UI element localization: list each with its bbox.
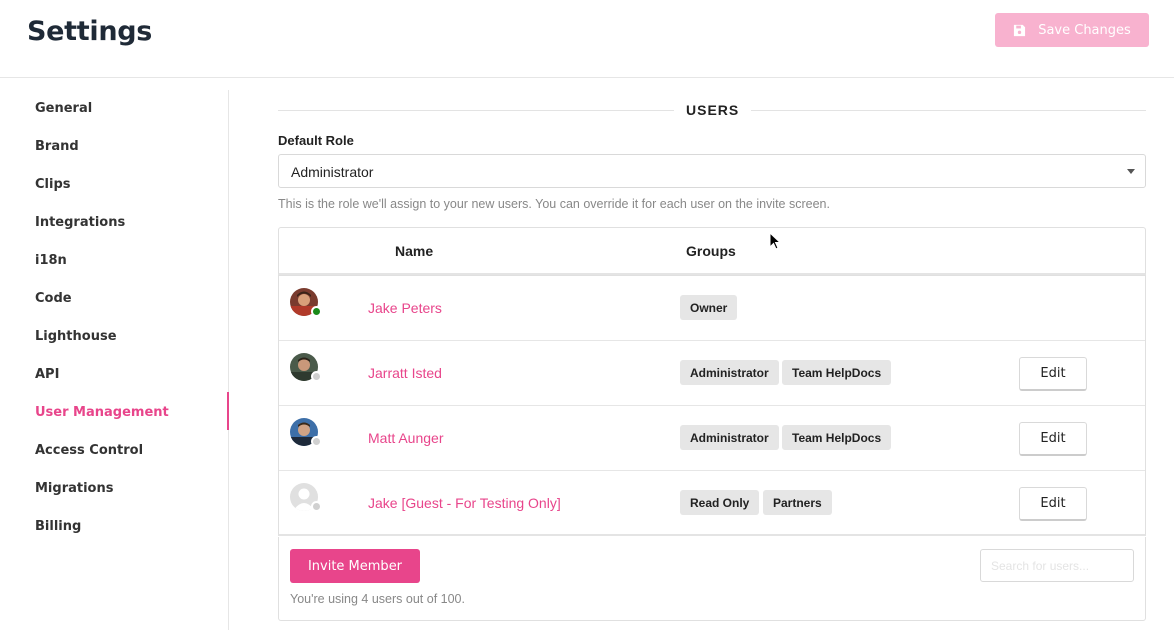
users-table-footer: Invite Member You're using 4 users out o… [278,537,1146,621]
save-changes-label: Save Changes [1038,22,1131,38]
sidebar-item-brand[interactable]: Brand [35,139,79,154]
default-role-label: Default Role [278,133,354,148]
section-title: USERS [686,102,740,118]
edit-user-button[interactable]: Edit [1019,487,1087,521]
sidebar-item-billing[interactable]: Billing [35,519,81,534]
sidebar-item-i18n[interactable]: i18n [35,253,67,268]
save-changes-button[interactable]: Save Changes [995,13,1149,47]
sidebar-item-clips[interactable]: Clips [35,177,71,192]
group-badge: Owner [680,295,738,320]
sidebar-item-integrations[interactable]: Integrations [35,215,125,230]
sidebar-item-migrations[interactable]: Migrations [35,481,113,496]
section-divider-right [751,110,1146,111]
default-role-select[interactable]: Administrator [278,154,1146,188]
caret-down-icon [1127,169,1135,174]
user-name-link[interactable]: Jarratt Isted [368,365,442,381]
user-name-link[interactable]: Matt Aunger [368,430,444,446]
mouse-cursor-icon [769,232,781,250]
column-header-name[interactable]: Name [395,243,433,259]
edit-user-button[interactable]: Edit [1019,422,1087,456]
user-name-link[interactable]: Jake [Guest - For Testing Only] [368,495,561,511]
users-table-body: Jake Peters Owner Jarratt Isted Administ… [278,275,1146,536]
group-badge: Administrator [680,360,779,385]
group-badge: Partners [763,490,832,515]
group-badge: Administrator [680,425,779,450]
user-name-link[interactable]: Jake Peters [368,300,442,316]
table-row: Jake Peters Owner [279,276,1145,341]
status-online-indicator [311,306,322,317]
users-table-header: Name Groups [278,227,1146,275]
column-header-groups[interactable]: Groups [686,243,736,259]
active-indicator [227,392,229,430]
sidebar-item-access-control[interactable]: Access Control [35,443,143,458]
edit-user-button[interactable]: Edit [1019,357,1087,391]
sidebar-item-code[interactable]: Code [35,291,72,306]
group-badge: Read Only [680,490,760,515]
group-badge: Team HelpDocs [782,360,892,385]
status-offline-indicator [311,371,322,382]
status-offline-indicator [311,501,322,512]
group-badge: Team HelpDocs [782,425,892,450]
floppy-disk-icon [1014,24,1026,36]
sidebar-item-api[interactable]: API [35,367,59,382]
default-role-value: Administrator [291,164,374,180]
header: Settings Save Changes [0,0,1174,78]
table-row: Jarratt Isted Administrator Team HelpDoc… [279,341,1145,406]
table-row: Jake [Guest - For Testing Only] Read Onl… [279,471,1145,536]
sidebar-item-lighthouse[interactable]: Lighthouse [35,329,117,344]
usage-text: You're using 4 users out of 100. [290,592,465,606]
section-divider-left [278,110,674,111]
sidebar-item-user-management[interactable]: User Management [35,405,169,420]
sidebar-item-general[interactable]: General [35,101,92,116]
table-row: Matt Aunger Administrator Team HelpDocs … [279,406,1145,471]
page-title: Settings [27,16,153,47]
default-role-help: This is the role we'll assign to your ne… [278,197,830,211]
invite-member-button[interactable]: Invite Member [290,549,420,583]
status-offline-indicator [311,436,322,447]
search-users-input[interactable] [980,549,1134,582]
settings-sidebar: General Brand Clips Integrations i18n Co… [0,90,229,630]
